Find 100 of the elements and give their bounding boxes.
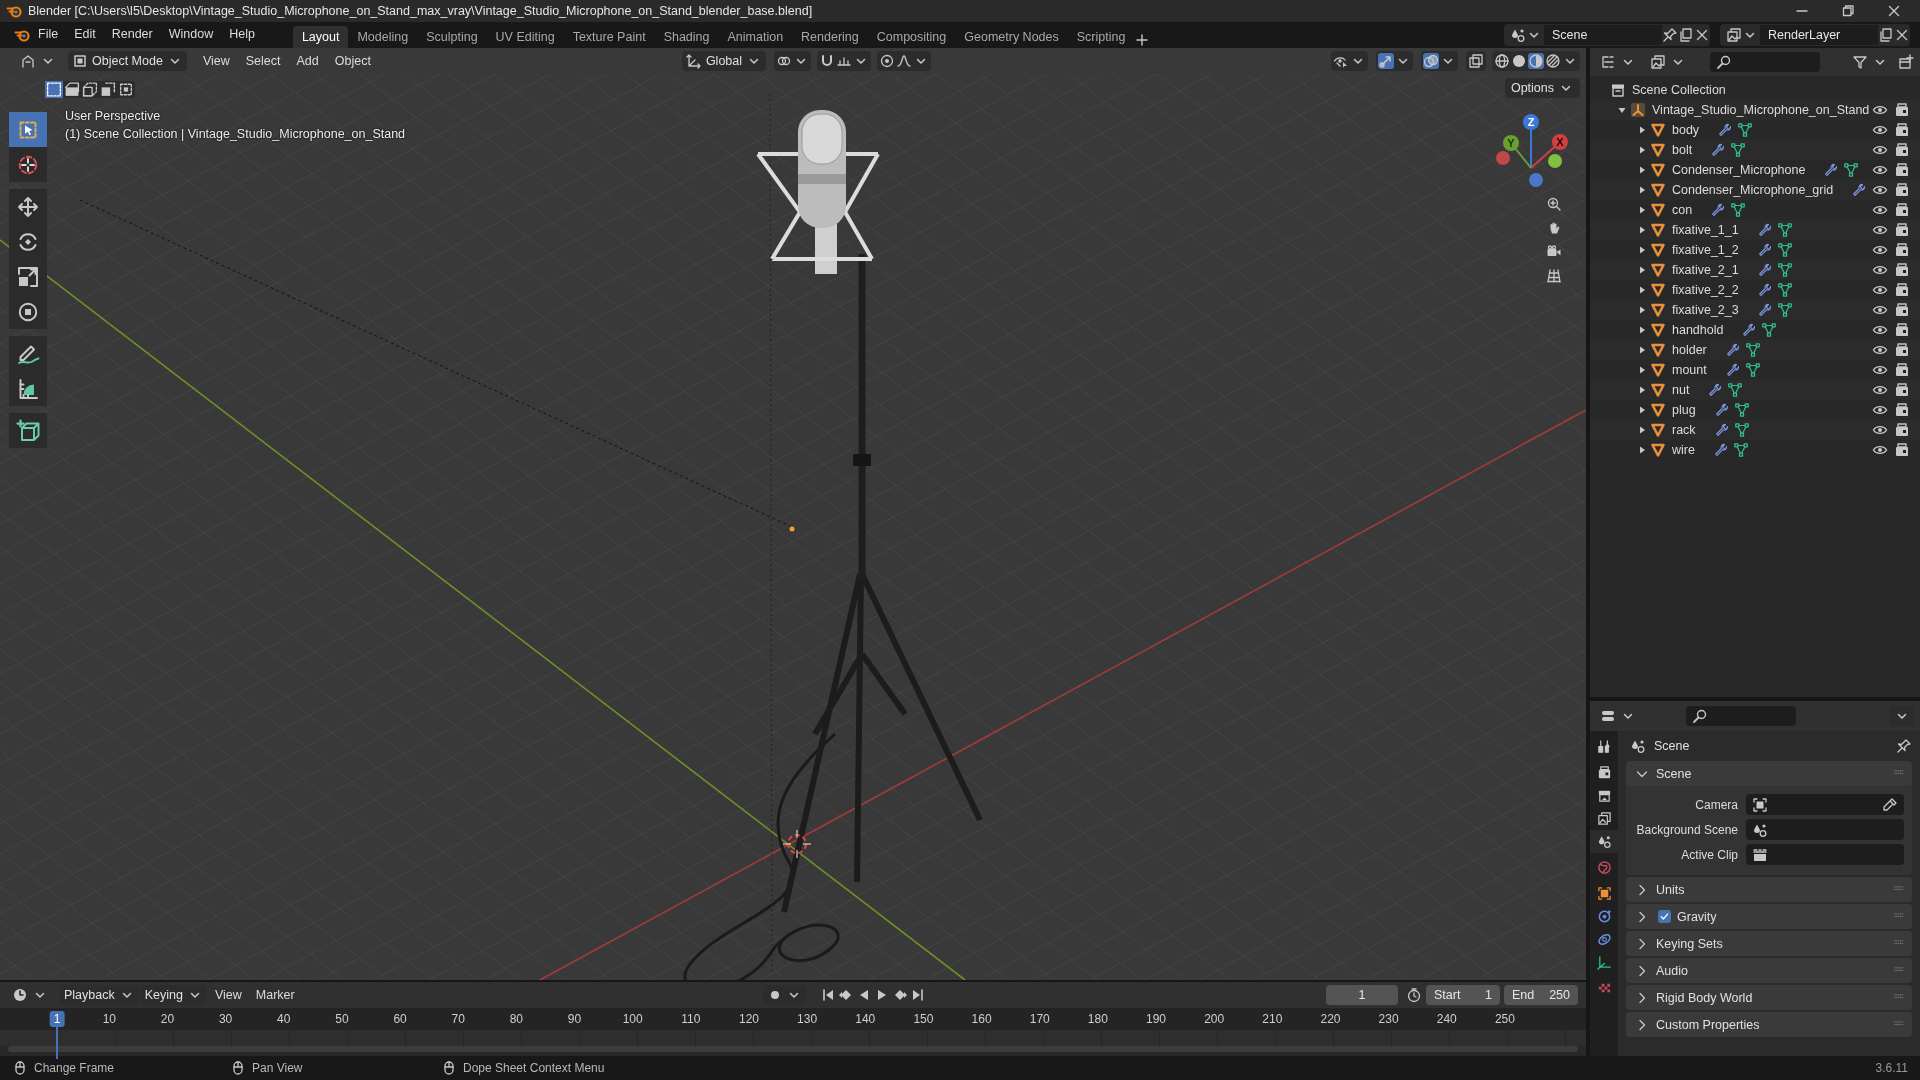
workspace-tab[interactable]: Scripting (1067, 26, 1135, 48)
tree-item[interactable]: fixative_1_2 (1672, 243, 1739, 257)
mesh-data-icon[interactable] (1732, 442, 1749, 458)
camera-icon[interactable] (1894, 142, 1910, 158)
menu-item[interactable]: Help (221, 23, 263, 47)
falloff-curve-icon[interactable] (896, 53, 913, 69)
duplicate-icon[interactable] (1678, 27, 1694, 43)
wrench-icon[interactable] (1851, 182, 1868, 198)
mesh-data-icon[interactable] (1744, 362, 1761, 378)
camera-icon[interactable] (1894, 402, 1910, 418)
tree-item[interactable]: Vintage_Studio_Microphone_on_Stand (1652, 103, 1870, 117)
solid-shading-icon[interactable] (1511, 53, 1527, 69)
menu-item[interactable]: Edit (66, 23, 104, 47)
camera-icon[interactable] (1894, 282, 1910, 298)
mesh-data-icon[interactable] (1843, 162, 1860, 178)
input-field[interactable] (1746, 844, 1904, 865)
rendered-shading-icon[interactable] (1545, 53, 1561, 69)
intersect-selection-icon[interactable] (117, 81, 135, 98)
camera-icon[interactable] (1894, 302, 1910, 318)
workspace-tab[interactable]: Modeling (348, 26, 418, 48)
zoom-icon[interactable] (1546, 196, 1562, 212)
invert-selection-icon[interactable] (99, 81, 117, 98)
tree-item[interactable]: mount (1672, 363, 1707, 377)
menu-item[interactable]: View (208, 988, 248, 1002)
scene-tab[interactable] (1590, 830, 1618, 853)
object-mode-dropdown[interactable]: Object Mode (68, 51, 187, 71)
unlink-icon[interactable] (1894, 27, 1910, 43)
menu-item[interactable]: Render (103, 23, 161, 47)
wrench-icon[interactable] (1707, 382, 1724, 398)
wrench-icon[interactable] (1717, 122, 1734, 138)
add-cube-tool[interactable] (9, 413, 47, 448)
workspace-tab[interactable]: Geometry Nodes (955, 26, 1068, 48)
wrench-icon[interactable] (1713, 422, 1730, 438)
orientation-dropdown[interactable]: Global (681, 51, 767, 71)
tree-item[interactable]: plug (1672, 403, 1696, 417)
add-workspace-icon[interactable] (1134, 32, 1151, 48)
xray-icon[interactable] (1468, 53, 1484, 69)
wrench-icon[interactable] (1756, 262, 1773, 278)
eyedropper-icon[interactable] (1882, 796, 1898, 813)
workspace-tab[interactable]: Animation (718, 26, 793, 48)
tree-item[interactable]: fixative_1_1 (1672, 223, 1739, 237)
wrench-icon[interactable] (1756, 282, 1773, 298)
tree-item[interactable]: con (1672, 203, 1693, 217)
camera-icon[interactable] (1894, 222, 1910, 238)
options-dropdown[interactable] (1890, 706, 1914, 726)
wrench-icon[interactable] (1756, 302, 1773, 318)
search-field[interactable] (1710, 52, 1820, 72)
proportional-edit-icon[interactable] (879, 53, 896, 69)
wrench-icon[interactable] (1710, 142, 1727, 158)
blender-menu-icon[interactable] (14, 27, 30, 43)
start-frame-field[interactable]: Start 1 (1426, 985, 1500, 1005)
menu-item[interactable]: Object (326, 54, 379, 68)
subtract-selection-icon[interactable] (81, 81, 99, 98)
camera-icon[interactable] (1894, 122, 1910, 138)
transform-tool[interactable] (9, 294, 47, 329)
tree-item[interactable]: Scene Collection (1632, 83, 1726, 97)
tree-item[interactable]: nut (1672, 383, 1690, 397)
wrench-icon[interactable] (1741, 322, 1758, 338)
tree-item[interactable]: wire (1672, 443, 1695, 457)
previous-keyframe-icon[interactable] (837, 987, 854, 1003)
workspace-tab[interactable]: Sculpting (417, 26, 487, 48)
menu-item[interactable]: Add (288, 54, 327, 68)
move-tool[interactable] (9, 189, 47, 224)
tree-item[interactable]: body (1672, 123, 1700, 137)
mesh-data-icon[interactable] (1733, 402, 1750, 418)
mesh-data-icon[interactable] (1744, 342, 1761, 358)
mesh-data-icon[interactable] (1761, 322, 1778, 338)
menu-item[interactable]: View (194, 54, 238, 68)
wireframe-shading-icon[interactable] (1494, 53, 1510, 69)
gizmo-icon[interactable] (1378, 53, 1394, 69)
options-dropdown[interactable]: Options (1504, 78, 1580, 98)
checkbox[interactable] (1658, 910, 1671, 923)
wrench-icon[interactable] (1724, 362, 1741, 378)
tree-item[interactable]: Condenser_Microphone (1672, 163, 1806, 177)
menu-item[interactable]: Window (160, 23, 222, 47)
scrollbar[interactable] (8, 1046, 1578, 1052)
camera-icon[interactable] (1894, 262, 1910, 278)
wrench-icon[interactable] (1756, 242, 1773, 258)
tree-item[interactable]: fixative_2_2 (1672, 283, 1739, 297)
mesh-data-icon[interactable] (1776, 302, 1793, 318)
search-field[interactable] (1686, 706, 1796, 726)
input-field[interactable] (1746, 794, 1904, 815)
view-layer-field[interactable]: RenderLayer (1760, 25, 1878, 45)
mesh-data-icon[interactable] (1733, 422, 1750, 438)
duplicate-icon[interactable] (1878, 27, 1894, 43)
unlink-icon[interactable] (1694, 27, 1710, 43)
mesh-data-icon[interactable] (1776, 262, 1793, 278)
camera-icon[interactable] (1894, 242, 1910, 258)
tree-item[interactable]: bolt (1672, 143, 1693, 157)
camera-icon[interactable] (1894, 442, 1910, 458)
workspace-tab[interactable]: UV Editing (486, 26, 564, 48)
wrench-icon[interactable] (1713, 402, 1730, 418)
input-field[interactable] (1746, 819, 1904, 840)
tree-item[interactable]: rack (1672, 423, 1696, 437)
material-shading-icon[interactable] (1528, 53, 1544, 69)
tree-item[interactable]: Condenser_Microphone_grid (1672, 183, 1834, 197)
workspace-tab[interactable]: Compositing (867, 26, 956, 48)
close-icon[interactable] (1886, 3, 1902, 19)
workspace-tab[interactable]: Texture Paint (563, 26, 655, 48)
wrench-icon[interactable] (1724, 342, 1741, 358)
